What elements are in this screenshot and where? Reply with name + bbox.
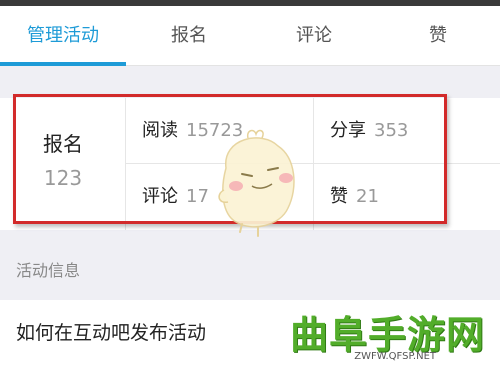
stat-signup-label: 报名 [43, 132, 83, 156]
section-title: 活动信息 [16, 261, 81, 280]
stat-read-value: 15723 [186, 120, 244, 141]
tab-likes[interactable]: 赞 [376, 6, 500, 66]
stat-comment-label: 评论 [142, 186, 178, 207]
stat-comment-value: 17 [186, 186, 209, 207]
tab-signup[interactable]: 报名 [126, 6, 252, 66]
active-tab-indicator [0, 62, 126, 66]
activity-list-item[interactable]: 如何在互动吧发布活动 [0, 300, 500, 365]
stat-like-value: 21 [356, 186, 379, 207]
stat-share-value: 353 [374, 120, 409, 141]
tab-bar: 管理活动 报名 评论 赞 [0, 6, 500, 66]
stat-like[interactable]: 赞 21 [314, 164, 500, 230]
stat-comment[interactable]: 评论 17 [126, 164, 314, 230]
stat-share-label: 分享 [330, 120, 366, 141]
activity-title: 如何在互动吧发布活动 [16, 322, 207, 344]
tab-comments[interactable]: 评论 [252, 6, 376, 66]
tab-manage-activity[interactable]: 管理活动 [0, 6, 126, 66]
stat-signup-value: 123 [43, 166, 83, 190]
stat-share: 分享 353 [314, 98, 500, 164]
stat-read-label: 阅读 [142, 120, 178, 141]
stat-like-label: 赞 [330, 186, 348, 207]
stat-read: 阅读 15723 [126, 98, 314, 164]
stat-signup[interactable]: 报名 123 [0, 98, 126, 230]
stats-panel: 报名 123 阅读 15723 分享 353 评论 17 赞 21 [0, 98, 500, 230]
section-header-activity-info: 活动信息 [0, 252, 500, 290]
